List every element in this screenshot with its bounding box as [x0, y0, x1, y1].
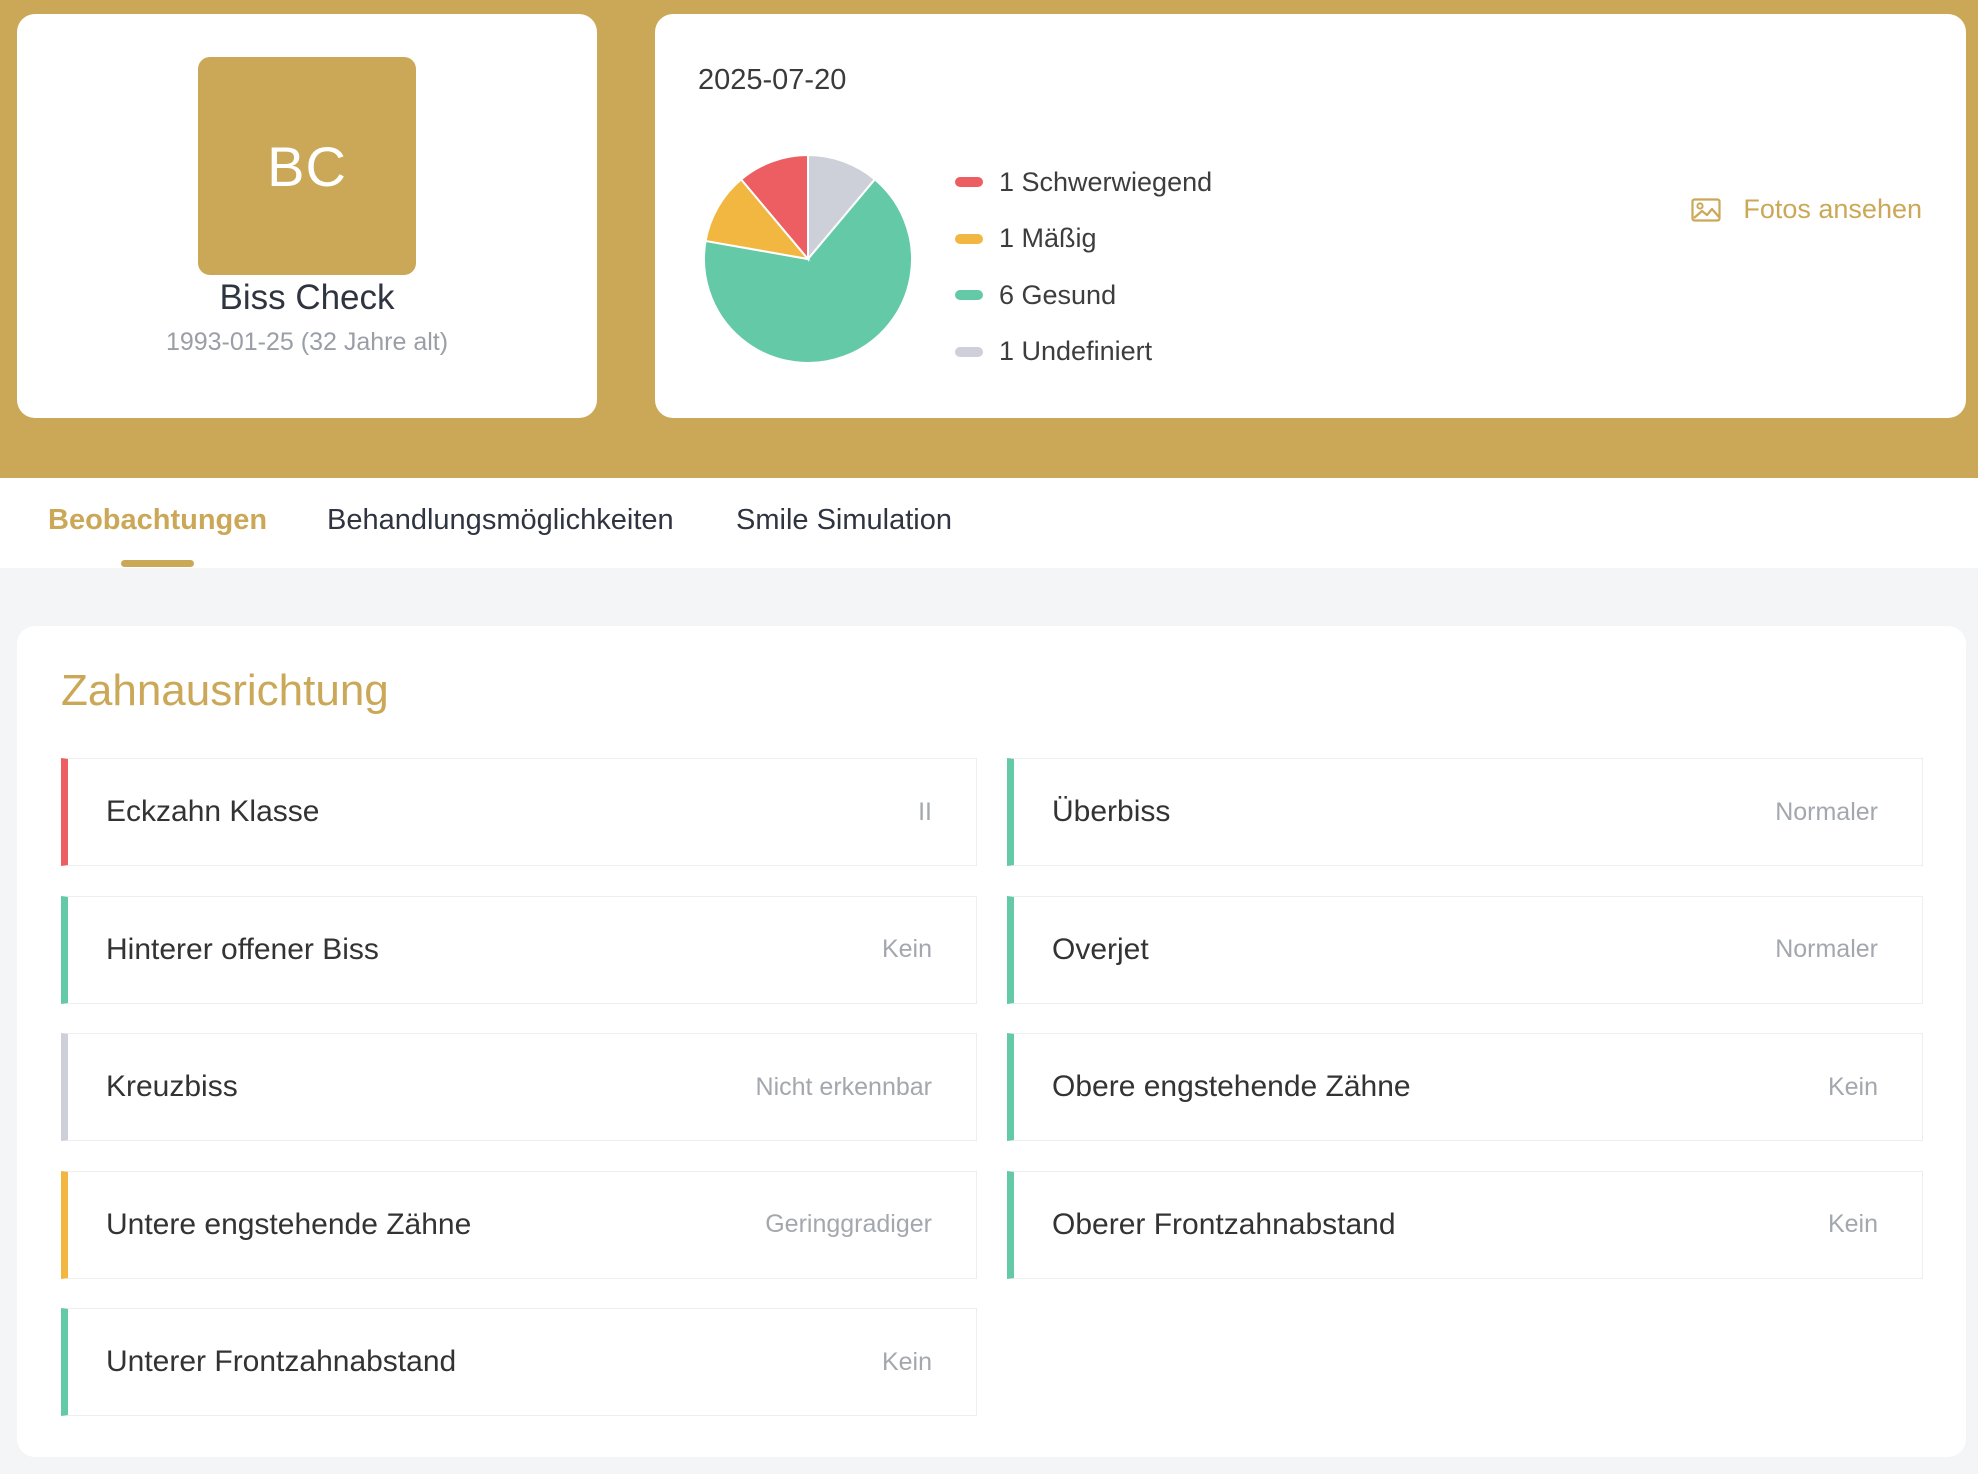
tab-smile-simulation[interactable]: Smile Simulation — [736, 504, 952, 537]
observation-label: Hinterer offener Biss — [106, 932, 379, 966]
patient-name: Biss Check — [219, 278, 395, 317]
observation-value: Geringgradiger — [765, 1210, 932, 1238]
section-title: Zahnausrichtung — [61, 666, 389, 715]
observation-label: Unterer Frontzahnabstand — [106, 1345, 457, 1378]
tab-beobachtungen[interactable]: Beobachtungen — [48, 504, 267, 537]
legend-item: 1 Mäßig — [955, 211, 1212, 268]
chart-legend: 1 Schwerwiegend 1 Mäßig 6 Gesund 1 Undefini… — [955, 154, 1212, 380]
legend-swatch — [955, 290, 983, 301]
observation-value: Kein — [1827, 1210, 1878, 1238]
active-tab-indicator — [121, 560, 194, 567]
observation-item[interactable]: Overjet Normaler — [1007, 895, 1923, 1004]
view-photos-label: Fotos ansehen — [1743, 194, 1922, 224]
observation-label: Untere engstehende Zähne — [106, 1207, 472, 1241]
observation-label: Oberer Frontzahnabstand — [1052, 1207, 1396, 1241]
legend-swatch — [955, 233, 983, 244]
avatar: BC — [198, 57, 416, 275]
observation-item[interactable]: Unterer Frontzahnabstand Kein — [61, 1308, 977, 1416]
legend-swatch — [955, 177, 983, 188]
observation-label: Overjet — [1052, 932, 1149, 966]
legend-label: 1 Mäßig — [999, 223, 1097, 254]
avatar-initials: BC — [267, 134, 347, 198]
observation-item[interactable]: Untere engstehende Zähne Geringgradiger — [61, 1170, 977, 1279]
observation-label: Eckzahn Klasse — [106, 795, 320, 828]
observation-value: II — [918, 797, 932, 826]
observation-item[interactable]: Kreuzbiss Nicht erkennbar — [61, 1033, 977, 1141]
observation-item[interactable]: Überbiss Normaler — [1007, 758, 1923, 866]
legend-item: 6 Gesund — [955, 267, 1212, 324]
observation-label: Obere engstehende Zähne — [1052, 1070, 1411, 1103]
image-icon — [1691, 197, 1721, 222]
observation-value: Kein — [881, 935, 932, 963]
exam-date: 2025-07-20 — [698, 64, 847, 96]
tab-behandlungsmoeglichkeiten[interactable]: Behandlungsmöglichkeiten — [327, 504, 674, 537]
view-photos-link[interactable]: Fotos ansehen — [1691, 194, 1922, 225]
observation-value: Normaler — [1775, 935, 1878, 963]
status-pie-chart — [703, 154, 913, 364]
profile-card: BC Biss Check 1993-01-25 (32 Jahre alt) — [17, 14, 597, 418]
observation-value: Kein — [1827, 1072, 1878, 1101]
legend-label: 6 Gesund — [999, 279, 1117, 310]
legend-item: 1 Undefiniert — [955, 324, 1212, 381]
observation-label: Überbiss — [1052, 795, 1171, 828]
observation-item[interactable]: Hinterer offener Biss Kein — [61, 895, 977, 1004]
legend-label: 1 Schwerwiegend — [999, 166, 1213, 197]
observation-item[interactable]: Eckzahn Klasse II — [61, 758, 977, 866]
observation-label: Kreuzbiss — [106, 1070, 238, 1103]
observation-item[interactable]: Obere engstehende Zähne Kein — [1007, 1033, 1923, 1141]
observation-value: Kein — [881, 1347, 932, 1376]
legend-label: 1 Undefiniert — [999, 336, 1153, 367]
observation-value: Nicht erkennbar — [755, 1072, 932, 1101]
observation-value: Normaler — [1775, 797, 1878, 826]
summary-card: 2025-07-20 1 Schwerwiegend 1 Mäßig 6 Gesun… — [655, 14, 1966, 418]
observation-item[interactable]: Oberer Frontzahnabstand Kein — [1007, 1170, 1923, 1279]
tab-bar: Beobachtungen Behandlungsmöglichkeiten S… — [0, 478, 1978, 568]
legend-item: 1 Schwerwiegend — [955, 154, 1212, 211]
observations-card: Zahnausrichtung Eckzahn Klasse II Überbiss… — [17, 626, 1966, 1457]
legend-swatch — [955, 346, 983, 357]
patient-dob: 1993-01-25 (32 Jahre alt) — [165, 328, 449, 356]
